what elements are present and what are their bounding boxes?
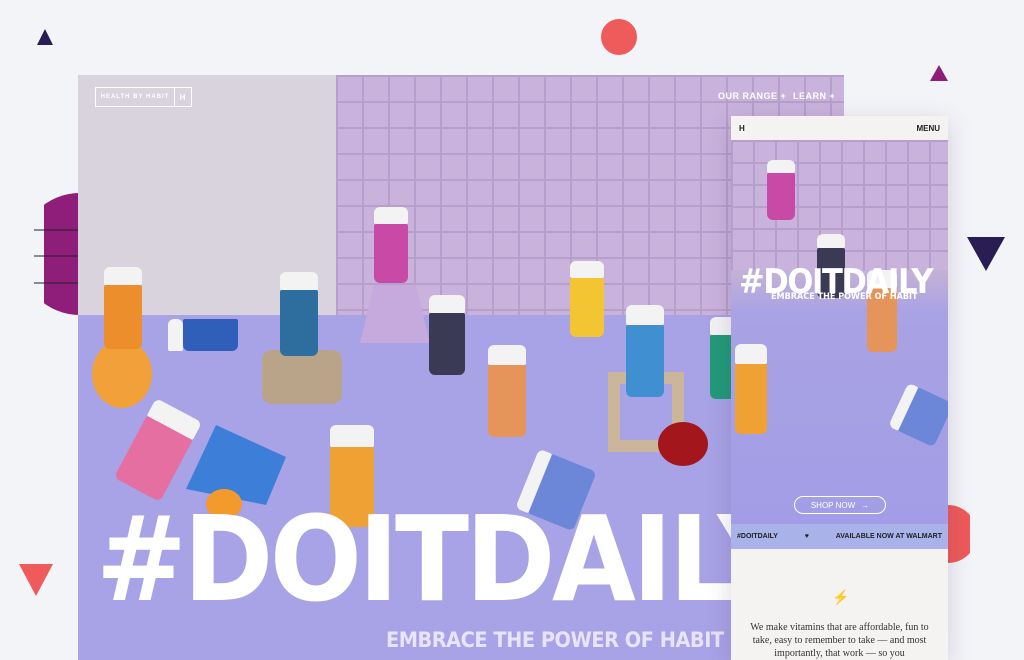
mobile-screenshot: H MENU #DOITDAILY EMBRACE THE POWER OF H… (731, 116, 948, 660)
product-bottle (570, 261, 604, 337)
shop-now-label: SHOP NOW (810, 500, 856, 510)
promo-band: #DOITDAILY ♥ AVAILABLE NOW AT WALMART (731, 524, 948, 549)
product-bottle (429, 295, 465, 375)
lines-icon (34, 229, 80, 284)
nav-our-range[interactable]: OUR RANGE + (718, 91, 786, 101)
triangle-top-left-icon (37, 29, 53, 45)
product-bottle (280, 272, 318, 356)
product-bottle (888, 382, 948, 448)
mobile-hero-subtitle: EMBRACE THE POWER OF HABIT (771, 292, 918, 302)
lightning-icon: ⚡ (832, 589, 850, 605)
band-walmart-link[interactable]: AVAILABLE NOW AT WALMART (836, 533, 942, 540)
circle-red-icon (601, 19, 637, 55)
mobile-logo[interactable]: H (739, 124, 745, 133)
shop-now-button[interactable]: SHOP NOW → (794, 496, 886, 514)
wood-log (262, 350, 342, 404)
mobile-header: H MENU (731, 116, 948, 140)
logo-mark: H (174, 88, 191, 106)
orange-sphere (92, 340, 152, 408)
product-bottle (488, 345, 526, 437)
heart-icon: ♥ (804, 533, 809, 540)
intro-copy: We make vitamins that are affordable, fu… (750, 622, 929, 659)
product-bottle (626, 305, 664, 397)
semicircle-red-icon (948, 505, 970, 563)
product-bottle (735, 344, 767, 434)
mobile-hero: #DOITDAILY EMBRACE THE POWER OF HABIT SH… (731, 140, 948, 524)
menu-button[interactable]: MENU (916, 124, 940, 133)
logo-text: HEALTH BY HABIT (100, 94, 170, 100)
nav-learn[interactable]: LEARN + (793, 91, 835, 101)
product-bottle (374, 207, 408, 283)
triangle-top-right-icon (930, 65, 948, 81)
band-hashtag: #DOITDAILY (737, 533, 778, 540)
apple (658, 422, 708, 466)
desktop-screenshot: HEALTH BY HABIT H OUR RANGE + LEARN + #D… (78, 75, 844, 660)
product-bottle (767, 160, 795, 220)
mobile-intro-section: ⚡ We make vitamins that are affordable, … (731, 549, 948, 660)
hero-hashtag: #DOITDAILY (96, 490, 796, 628)
triangle-down-left-icon (19, 564, 53, 596)
product-bottle (168, 319, 238, 351)
product-bottle (104, 267, 142, 349)
arrow-right-icon: → (861, 500, 870, 510)
triangle-down-right-icon (967, 237, 1005, 271)
hero-subtitle: EMBRACE THE POWER OF HABIT (386, 628, 724, 652)
site-logo[interactable]: HEALTH BY HABIT H (95, 87, 192, 107)
